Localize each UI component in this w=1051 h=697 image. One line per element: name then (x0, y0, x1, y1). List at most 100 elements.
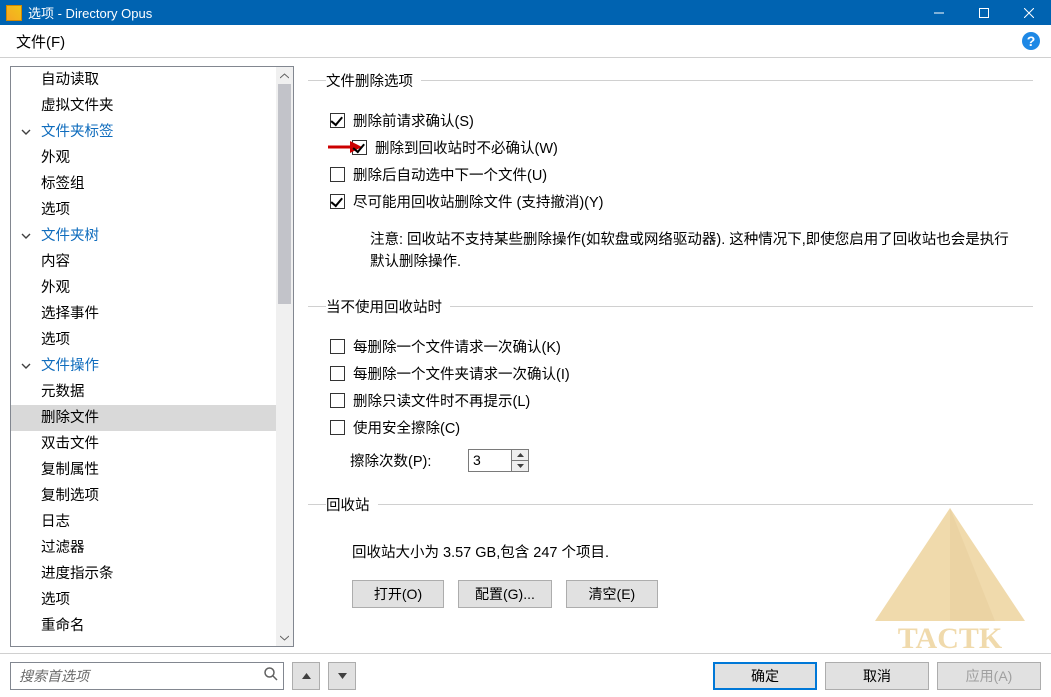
prev-button[interactable] (292, 662, 320, 690)
content-panel: 文件删除选项 删除前请求确认(S) 删除到回收站时不必确认(W) 删除后自动选中… (300, 58, 1051, 653)
checkbox-label: 删除后自动选中下一个文件(U) (353, 164, 547, 185)
tree-group[interactable]: 文件操作 (11, 353, 276, 379)
checkbox-skip-recycle-confirm[interactable]: 删除到回收站时不必确认(W) (330, 134, 1033, 161)
tree-item[interactable]: 元数据 (11, 379, 276, 405)
wipe-passes-label: 擦除次数(P): (350, 450, 460, 471)
checkbox-skip-readonly-prompt[interactable]: 删除只读文件时不再提示(L) (330, 387, 1033, 414)
tree-item-label: 复制属性 (41, 462, 99, 478)
tree-item-label: 选项 (41, 592, 70, 608)
checkbox-label: 使用安全擦除(C) (353, 417, 460, 438)
tree-item[interactable]: 选项 (11, 587, 276, 613)
wipe-passes-input[interactable] (469, 450, 511, 471)
scroll-track[interactable] (276, 84, 293, 629)
open-button[interactable]: 打开(O) (352, 580, 444, 608)
search-placeholder: 搜索首选项 (19, 666, 263, 686)
tree-item-label: 外观 (41, 280, 70, 296)
tree-item[interactable]: 虚拟文件夹 (11, 93, 276, 119)
wipe-passes-row: 擦除次数(P): (330, 449, 1033, 472)
tree-item[interactable]: 外观 (11, 275, 276, 301)
search-input[interactable]: 搜索首选项 (10, 662, 284, 690)
recycle-bin-info: 回收站大小为 3.57 GB,包含 247 个项目. (352, 541, 1033, 562)
tree-item-label: 文件操作 (41, 358, 99, 374)
empty-button[interactable]: 清空(E) (566, 580, 658, 608)
tree-item[interactable]: 复制属性 (11, 457, 276, 483)
footer: 搜索首选项 确定 取消 应用(A) (0, 653, 1051, 697)
checkbox-confirm-before-delete[interactable]: 删除前请求确认(S) (330, 107, 1033, 134)
checkbox-select-next-after-delete[interactable]: 删除后自动选中下一个文件(U) (330, 161, 1033, 188)
help-icon[interactable]: ? (1021, 31, 1041, 51)
tree-item[interactable]: 选项 (11, 197, 276, 223)
group-legend: 回收站 (326, 494, 378, 515)
tree-item-label: 自动读取 (41, 72, 99, 88)
titlebar: 选项 - Directory Opus (0, 0, 1051, 25)
tree-item-label: 元数据 (41, 384, 85, 400)
menubar: 文件(F) ? (0, 25, 1051, 58)
checkbox-confirm-each-file[interactable]: 每删除一个文件请求一次确认(K) (330, 333, 1033, 360)
tree-item[interactable]: 双击文件 (11, 431, 276, 457)
scroll-thumb[interactable] (278, 84, 291, 304)
tree-item-label: 标签组 (41, 176, 85, 192)
chevron-down-icon (21, 231, 31, 241)
scroll-down-icon[interactable] (276, 629, 293, 646)
tree-item-label: 复制选项 (41, 488, 99, 504)
checkbox-label: 删除到回收站时不必确认(W) (375, 137, 558, 158)
tree-item[interactable]: 删除文件 (11, 405, 276, 431)
tree-item[interactable]: 内容 (11, 249, 276, 275)
tree-item[interactable]: 复制选项 (11, 483, 276, 509)
scroll-up-icon[interactable] (276, 67, 293, 84)
tree-item[interactable]: 进度指示条 (11, 561, 276, 587)
apply-button[interactable]: 应用(A) (937, 662, 1041, 690)
spin-down-icon[interactable] (512, 461, 528, 471)
checkbox-use-recycle-bin[interactable]: 尽可能用回收站删除文件 (支持撤消)(Y) (330, 188, 1033, 215)
tree-item-label: 重命名 (41, 618, 85, 634)
tree-scrollbar[interactable] (276, 67, 293, 646)
tree-item[interactable]: 自动读取 (11, 67, 276, 93)
tree-item[interactable]: 外观 (11, 145, 276, 171)
next-button[interactable] (328, 662, 356, 690)
tree-item-label: 文件夹标签 (41, 124, 114, 140)
group-delete-options: 文件删除选项 删除前请求确认(S) 删除到回收站时不必确认(W) 删除后自动选中… (308, 70, 1033, 274)
tree-item-label: 外观 (41, 150, 70, 166)
tree-item-label: 虚拟文件夹 (41, 98, 114, 114)
recycle-bin-buttons: 打开(O) 配置(G)... 清空(E) (352, 580, 1033, 608)
checkbox-label: 每删除一个文件夹请求一次确认(I) (353, 363, 570, 384)
minimize-button[interactable] (916, 0, 961, 25)
tree-item[interactable]: 选项 (11, 327, 276, 353)
tree-group[interactable]: 文件夹树 (11, 223, 276, 249)
group-legend: 当不使用回收站时 (326, 296, 450, 317)
ok-button[interactable]: 确定 (713, 662, 817, 690)
search-icon (263, 666, 279, 685)
menu-file[interactable]: 文件(F) (10, 27, 71, 56)
tree-item[interactable]: 重命名 (11, 613, 276, 639)
cancel-button[interactable]: 取消 (825, 662, 929, 690)
tree-group[interactable]: 文件夹标签 (11, 119, 276, 145)
tree-item-label: 选择事件 (41, 306, 99, 322)
checkbox-secure-wipe[interactable]: 使用安全擦除(C) (330, 414, 1033, 441)
tree-item[interactable]: 选择事件 (11, 301, 276, 327)
group-recycle-bin: 回收站 回收站大小为 3.57 GB,包含 247 个项目. 打开(O) 配置(… (308, 494, 1033, 608)
tree-item-label: 内容 (41, 254, 70, 270)
wipe-passes-stepper[interactable] (468, 449, 529, 472)
tree-item-label: 过滤器 (41, 540, 85, 556)
chevron-down-icon (21, 361, 31, 371)
checkbox-confirm-each-folder[interactable]: 每删除一个文件夹请求一次确认(I) (330, 360, 1033, 387)
tree-item-label: 选项 (41, 332, 70, 348)
tree-item[interactable]: 过滤器 (11, 535, 276, 561)
tree-item-label: 日志 (41, 514, 70, 530)
app-icon (6, 5, 22, 21)
checkbox-icon (330, 366, 345, 381)
spin-up-icon[interactable] (512, 450, 528, 461)
maximize-button[interactable] (961, 0, 1006, 25)
tree-item[interactable]: 标签组 (11, 171, 276, 197)
checkbox-label: 每删除一个文件请求一次确认(K) (353, 336, 561, 357)
window-title: 选项 - Directory Opus (28, 3, 916, 22)
checkbox-icon (330, 393, 345, 408)
sidebar: 自动读取虚拟文件夹文件夹标签外观标签组选项文件夹树内容外观选择事件选项文件操作元… (0, 58, 300, 653)
main-area: 自动读取虚拟文件夹文件夹标签外观标签组选项文件夹树内容外观选择事件选项文件操作元… (0, 58, 1051, 653)
tree-item-label: 选项 (41, 202, 70, 218)
checkbox-icon (330, 194, 345, 209)
tree-item[interactable]: 日志 (11, 509, 276, 535)
configure-button[interactable]: 配置(G)... (458, 580, 552, 608)
tree-item-label: 双击文件 (41, 436, 99, 452)
close-button[interactable] (1006, 0, 1051, 25)
